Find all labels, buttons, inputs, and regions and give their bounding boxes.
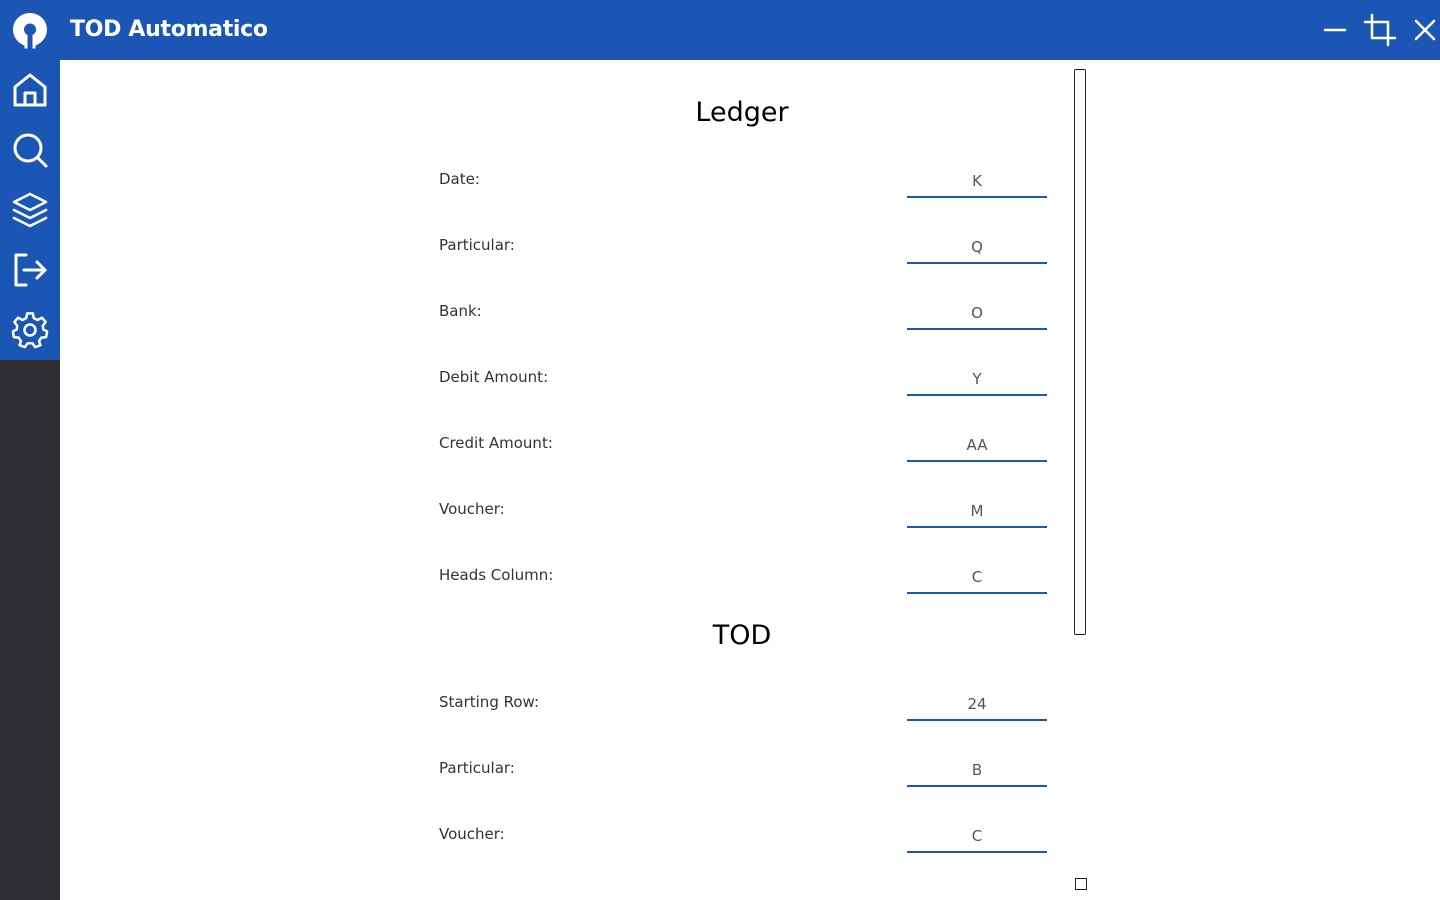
sidebar (0, 60, 60, 900)
ledger-credit-amount-label: Credit Amount: (439, 434, 553, 452)
maximize-button[interactable] (1362, 12, 1398, 48)
sidebar-nav (0, 60, 60, 360)
tod-section-title: TOD (712, 620, 772, 651)
ledger-voucher-input[interactable] (907, 496, 1047, 528)
sidebar-item-search[interactable] (0, 120, 60, 180)
app-logo-icon (10, 12, 50, 50)
ledger-date-input[interactable] (907, 166, 1047, 198)
ledger-credit-amount-input[interactable] (907, 430, 1047, 462)
resize-handle[interactable] (1075, 878, 1087, 890)
close-button[interactable] (1407, 12, 1440, 48)
sidebar-item-settings[interactable] (0, 300, 60, 360)
close-icon (1414, 19, 1436, 41)
ledger-voucher-label: Voucher: (439, 500, 505, 518)
ledger-heads-column-input[interactable] (907, 562, 1047, 594)
home-icon (13, 73, 47, 107)
tod-voucher-input[interactable] (907, 821, 1047, 853)
app-title: TOD Automatico (70, 17, 268, 42)
minimize-button[interactable] (1317, 12, 1353, 48)
ledger-debit-amount-input[interactable] (907, 364, 1047, 396)
ledger-particular-input[interactable] (907, 232, 1047, 264)
sidebar-item-home[interactable] (0, 60, 60, 120)
title-bar: TOD Automatico (0, 0, 1440, 60)
ledger-particular-label: Particular: (439, 236, 515, 254)
tod-starting-row-input[interactable] (907, 689, 1047, 721)
crop-icon (1363, 13, 1397, 47)
sidebar-item-logout[interactable] (0, 240, 60, 300)
layers-icon (12, 192, 48, 228)
tod-voucher-label: Voucher: (439, 825, 505, 843)
ledger-debit-amount-label: Debit Amount: (439, 368, 549, 386)
minimize-icon (1323, 28, 1347, 32)
ledger-bank-label: Bank: (439, 302, 482, 320)
tod-particular-input[interactable] (907, 755, 1047, 787)
search-icon (13, 133, 48, 168)
sidebar-item-layers[interactable] (0, 180, 60, 240)
gear-icon (11, 312, 49, 349)
tod-particular-label: Particular: (439, 759, 515, 777)
ledger-bank-input[interactable] (907, 298, 1047, 330)
logout-icon (14, 253, 47, 287)
ledger-heads-column-label: Heads Column: (439, 566, 554, 584)
tod-starting-row-label: Starting Row: (439, 693, 540, 711)
ledger-section-title: Ledger (695, 97, 789, 128)
ledger-date-label: Date: (439, 170, 480, 188)
settings-panel: Ledger Date: Particular: Bank: Debit Amo… (60, 60, 1440, 900)
vertical-scrollbar[interactable] (1074, 69, 1086, 635)
